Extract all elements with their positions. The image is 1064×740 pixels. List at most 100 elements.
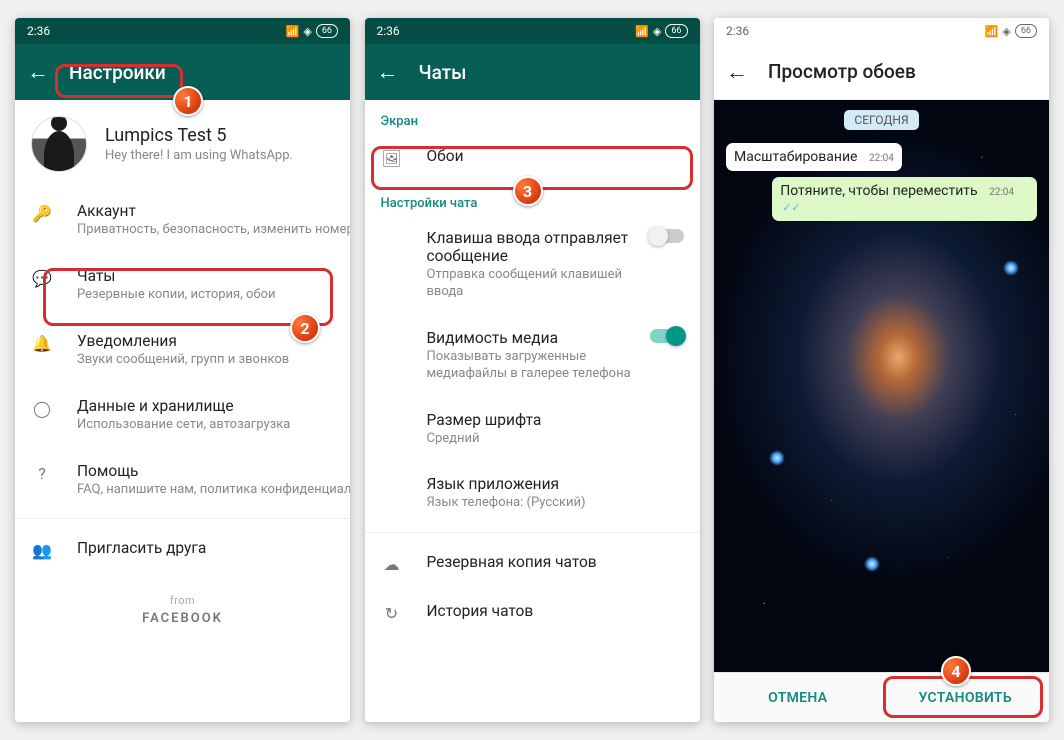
signal-icon: 📶 [286, 25, 300, 38]
settings-content: Lumpics Test 5 Hey there! I am using Wha… [15, 100, 350, 722]
battery-indicator: 66 [316, 24, 338, 38]
setting-backup[interactable]: ☁ Резервная копия чатов [365, 539, 700, 588]
toggle-media[interactable] [650, 329, 684, 343]
wifi-icon: ◈ [303, 25, 311, 38]
preview-message-outgoing: Потяните, чтобы переместить 22:04 ✓✓ [772, 177, 1037, 221]
step-badge-1: 1 [173, 86, 203, 116]
item-title: Помощь [77, 462, 350, 480]
profile-name: Lumpics Test 5 [105, 125, 293, 146]
wallpaper-preview-area[interactable]: СЕГОДНЯ Масштабирование 22:04 Потяните, … [714, 100, 1049, 672]
key-icon: 🔑 [31, 202, 53, 223]
step-badge-3: 3 [513, 176, 543, 206]
status-bar: 2:36 📶 ◈ 66 [365, 18, 700, 44]
item-sub: Звуки сообщений, групп и звонков [77, 352, 334, 369]
msg-time: 22:04 [869, 153, 894, 164]
back-arrow-icon[interactable]: ← [27, 59, 49, 85]
data-icon: ◯ [31, 397, 53, 418]
status-right: 📶 ◈ 66 [635, 24, 687, 38]
msg-time: 22:04 [989, 187, 1014, 198]
settings-item-help[interactable]: ? Помощь FAQ, напишите нам, политика кон… [15, 448, 350, 513]
cloud-icon: ☁ [381, 553, 403, 574]
star-decoration [769, 450, 785, 466]
back-arrow-icon[interactable]: ← [377, 59, 399, 85]
help-icon: ? [31, 462, 53, 483]
phone-screen-chats: 2:36 📶 ◈ 66 ← Чаты Экран 🖼 Обои Настройк… [365, 18, 700, 722]
item-sub: Отправка сообщений клавишей ввода [427, 267, 640, 301]
item-title: Обои [427, 147, 684, 165]
setting-wallpaper[interactable]: 🖼 Обои [365, 133, 700, 182]
status-bar: 2:36 📶 ◈ 66 [15, 18, 350, 44]
status-time: 2:36 [27, 24, 50, 38]
action-buttons: ОТМЕНА УСТАНОВИТЬ [714, 672, 1049, 722]
wallpaper-icon: 🖼 [381, 147, 403, 168]
battery-indicator: 66 [1015, 24, 1037, 38]
setting-history[interactable]: ↻ История чатов [365, 588, 700, 637]
status-bar: 2:36 📶 ◈ 66 [714, 18, 1049, 44]
setting-font-size[interactable]: Размер шрифта Средний [365, 397, 700, 462]
status-time: 2:36 [377, 24, 400, 38]
cancel-button[interactable]: ОТМЕНА [714, 673, 882, 722]
msg-text: Масштабирование [734, 149, 857, 165]
status-right: 📶 ◈ 66 [985, 24, 1037, 38]
app-bar: ← Чаты [365, 44, 700, 100]
page-title: Настройки [69, 61, 166, 84]
setting-app-language[interactable]: Язык приложения Язык телефона: (Русский) [365, 461, 700, 526]
section-screen: Экран [365, 100, 700, 133]
divider [15, 518, 350, 519]
item-title: Аккаунт [77, 202, 350, 220]
item-title: Язык приложения [427, 475, 684, 493]
item-title: Чаты [77, 267, 334, 285]
phone-screen-settings: 2:36 📶 ◈ 66 ← Настройки Lumpics Test 5 H… [15, 18, 350, 722]
back-arrow-icon[interactable]: ← [726, 59, 748, 85]
item-sub: FAQ, напишите нам, политика конфиденциал… [77, 482, 350, 499]
item-title: Данные и хранилище [77, 397, 334, 415]
item-title: Видимость медиа [427, 329, 640, 347]
app-bar: ← Просмотр обоев [714, 44, 1049, 100]
msg-text: Потяните, чтобы переместить [780, 183, 977, 199]
read-ticks-icon: ✓✓ [782, 201, 800, 214]
wifi-icon: ◈ [653, 25, 661, 38]
history-icon: ↻ [381, 602, 403, 623]
toggle-enter[interactable] [650, 229, 684, 243]
setting-enter-sends[interactable]: Клавиша ввода отправляет сообщение Отпра… [365, 215, 700, 315]
step-badge-2: 2 [290, 313, 320, 343]
phone-screen-wallpaper-preview: 2:36 📶 ◈ 66 ← Просмотр обоев СЕГОДНЯ Мас… [714, 18, 1049, 722]
wifi-icon: ◈ [1002, 25, 1010, 38]
divider [365, 532, 700, 533]
item-sub: Резервные копии, история, обои [77, 287, 334, 304]
item-title: Размер шрифта [427, 411, 684, 429]
battery-indicator: 66 [665, 24, 687, 38]
item-sub: Использование сети, автозагрузка [77, 417, 334, 434]
date-chip: СЕГОДНЯ [844, 110, 918, 130]
avatar [31, 116, 87, 172]
status-right: 📶 ◈ 66 [286, 24, 338, 38]
chat-icon: 💬 [31, 267, 53, 288]
settings-item-account[interactable]: 🔑 Аккаунт Приватность, безопасность, изм… [15, 188, 350, 253]
star-decoration [864, 556, 880, 572]
from-label: from [35, 594, 330, 607]
preview-message-incoming: Масштабирование 22:04 [726, 143, 902, 171]
item-sub: Приватность, безопасность, изменить номе… [77, 222, 350, 239]
item-title: История чатов [427, 602, 684, 620]
bell-icon: 🔔 [31, 332, 53, 353]
step-badge-4: 4 [941, 656, 971, 686]
item-sub: Показывать загруженные медиафайлы в гале… [427, 349, 640, 383]
item-sub: Средний [427, 431, 684, 448]
facebook-label: FACEBOOK [35, 611, 330, 626]
star-decoration [1003, 260, 1019, 276]
people-icon: 👥 [31, 539, 53, 560]
status-time: 2:36 [726, 24, 749, 38]
settings-item-chats[interactable]: 💬 Чаты Резервные копии, история, обои [15, 253, 350, 318]
profile-status: Hey there! I am using WhatsApp. [105, 148, 293, 163]
item-title: Резервная копия чатов [427, 553, 684, 571]
page-title: Просмотр обоев [768, 60, 916, 83]
item-title: Пригласить друга [77, 539, 334, 557]
signal-icon: 📶 [635, 25, 649, 38]
settings-item-invite[interactable]: 👥 Пригласить друга [15, 525, 350, 574]
from-facebook: from FACEBOOK [15, 574, 350, 646]
item-sub: Язык телефона: (Русский) [427, 495, 684, 512]
setting-media-visibility[interactable]: Видимость медиа Показывать загруженные м… [365, 315, 700, 397]
page-title: Чаты [419, 61, 467, 84]
settings-item-data[interactable]: ◯ Данные и хранилище Использование сети,… [15, 383, 350, 448]
item-title: Клавиша ввода отправляет сообщение [427, 229, 640, 265]
